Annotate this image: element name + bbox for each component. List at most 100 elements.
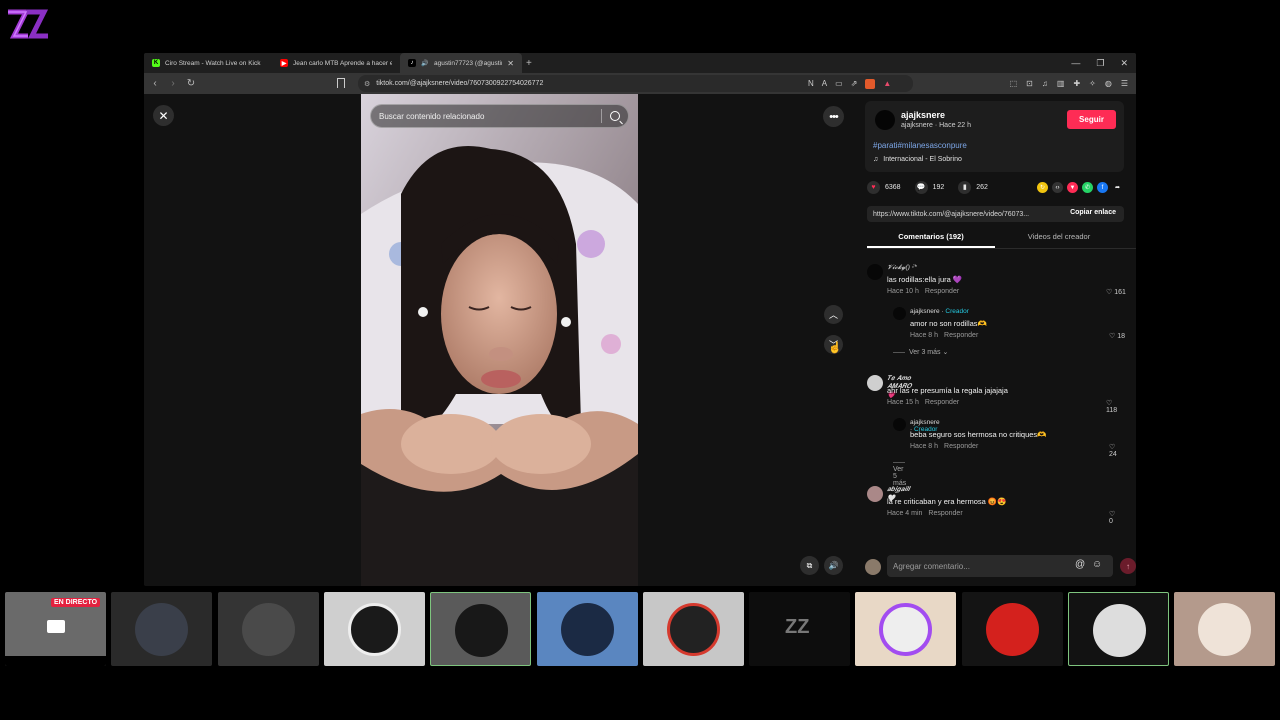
close-video-button[interactable]: ✕: [153, 105, 174, 126]
follow-button[interactable]: Seguir: [1067, 110, 1116, 129]
reload-icon[interactable]: ↻: [184, 78, 198, 89]
menu-icon[interactable]: ☰: [1121, 79, 1128, 88]
vpn-icon[interactable]: ◍: [1105, 79, 1112, 88]
author-name[interactable]: ajajksnere: [901, 110, 945, 120]
cast-icon[interactable]: ▭: [835, 79, 843, 88]
like-stat[interactable]: ♥ 6368: [867, 180, 901, 194]
scene-tile[interactable]: [855, 592, 956, 666]
reply-like[interactable]: ♡ 18: [1109, 332, 1125, 340]
avatar[interactable]: [867, 264, 883, 280]
comment-stat[interactable]: 💬 192: [914, 180, 944, 194]
avatar[interactable]: [867, 486, 883, 502]
scene-tile[interactable]: [324, 592, 425, 666]
speaker-icon[interactable]: 🔊: [421, 59, 429, 67]
brave-shields-icon[interactable]: [865, 78, 876, 89]
restore-icon[interactable]: ❐: [1096, 58, 1104, 69]
save-stat[interactable]: ▮ 262: [958, 180, 988, 194]
bookmark-icon[interactable]: [337, 78, 345, 88]
share-arrow-icon[interactable]: ➦: [1112, 182, 1123, 193]
scene-tile[interactable]: EN DIRECTO: [5, 592, 106, 666]
avatar[interactable]: [893, 307, 906, 320]
reply-button[interactable]: Responder: [944, 332, 978, 339]
minimize-icon[interactable]: —: [1071, 58, 1080, 68]
scene-tile[interactable]: ZZ: [749, 592, 850, 666]
comment-text: la re criticaban y era hermosa 😡😍: [887, 497, 1007, 506]
translate-icon[interactable]: A: [822, 79, 827, 88]
scene-tile[interactable]: [111, 592, 212, 666]
leo-icon[interactable]: ✧: [1089, 79, 1096, 88]
search-icon[interactable]: [610, 111, 620, 121]
scene-tile[interactable]: [430, 592, 531, 666]
reader-icon[interactable]: N: [808, 79, 814, 88]
reply-button[interactable]: Responder: [925, 288, 959, 295]
tab-youtube[interactable]: ▶ Jean carlo MTB Aprende a hacer el r: [272, 53, 400, 73]
comment-like[interactable]: ♡ 161: [1106, 288, 1126, 296]
music-icon[interactable]: ♫: [1042, 79, 1048, 88]
video-player[interactable]: [361, 94, 638, 586]
brave-rewards-icon[interactable]: ▲: [883, 79, 891, 88]
tab-creator-videos[interactable]: Videos del creador: [995, 227, 1123, 248]
avatar[interactable]: [867, 375, 883, 391]
puzzle-icon[interactable]: ✚: [1073, 79, 1080, 88]
tab-title: Ciro Stream - Watch Live on Kick: [165, 59, 261, 67]
floating-player-button[interactable]: ⧉: [800, 556, 819, 575]
panel-tabs: Comentarios (192) Videos del creador: [867, 227, 1136, 249]
share-icon[interactable]: ⇗: [851, 79, 858, 88]
send-to-friends-icon[interactable]: ▼: [1067, 182, 1078, 193]
previous-video-button[interactable]: ︿: [824, 305, 843, 324]
tab-tiktok[interactable]: ♪ 🔊 agustin77723 (@agustin777... ✕: [400, 53, 522, 73]
close-tab-icon[interactable]: ✕: [507, 59, 514, 68]
comment-like[interactable]: ♡ 118: [1106, 399, 1117, 414]
scene-tile[interactable]: [1174, 592, 1275, 666]
sidebar-icon[interactable]: ▥: [1057, 79, 1065, 88]
screenshot-icon[interactable]: ⊡: [1026, 79, 1033, 88]
view-more-replies[interactable]: Ver 3 más ⌄: [893, 348, 948, 356]
scene-tile[interactable]: [1068, 592, 1169, 666]
back-icon[interactable]: ‹: [148, 78, 162, 89]
comment-user[interactable]: 𝓥𝓲𝓬𝓴𝔂() ᵕ̈*: [887, 264, 917, 272]
repost-icon[interactable]: ↻: [1037, 182, 1048, 193]
reply-username: ajajksnere: [910, 308, 940, 315]
avatar[interactable]: [893, 418, 906, 431]
avatar[interactable]: [875, 110, 895, 130]
scene-tile[interactable]: [962, 592, 1063, 666]
extension-icon[interactable]: ⬚: [1010, 79, 1018, 88]
scene-tile[interactable]: [537, 592, 638, 666]
scene-tile[interactable]: [643, 592, 744, 666]
video-link-field[interactable]: https://www.tiktok.com/@ajajksnere/video…: [867, 206, 1124, 222]
site-settings-icon[interactable]: ⚙: [364, 80, 370, 88]
emoji-icon[interactable]: ☺: [1092, 559, 1102, 570]
reply-like[interactable]: ♡ 24: [1109, 443, 1117, 458]
close-window-icon[interactable]: ✕: [1120, 58, 1128, 69]
new-tab-button[interactable]: +: [526, 58, 532, 69]
avatar: [1093, 604, 1146, 657]
reply-like-count: 18: [1117, 333, 1126, 340]
copy-link-button[interactable]: Copiar enlace: [1070, 209, 1116, 216]
embed-icon[interactable]: ‹›: [1052, 182, 1063, 193]
scene-tile[interactable]: [218, 592, 319, 666]
volume-button[interactable]: 🔊: [824, 556, 843, 575]
music-info[interactable]: ♫ Internacional - El Sobrino: [873, 156, 962, 163]
forward-icon[interactable]: ›: [166, 78, 180, 89]
video-link: https://www.tiktok.com/@ajajksnere/video…: [873, 210, 1030, 218]
tab-comments[interactable]: Comentarios (192): [867, 227, 995, 248]
mention-icon[interactable]: @: [1075, 559, 1085, 570]
reply-button[interactable]: Responder: [925, 399, 959, 406]
comment-input[interactable]: Agregar comentario... @ ☺: [887, 555, 1113, 577]
more-options-button[interactable]: •••: [823, 106, 844, 127]
send-comment-button[interactable]: ↑: [1120, 558, 1136, 574]
reply-button[interactable]: Responder: [928, 510, 962, 517]
whatsapp-icon[interactable]: ✆: [1082, 182, 1093, 193]
avatar[interactable]: [865, 559, 881, 575]
comment-like-count: 0: [1109, 518, 1113, 525]
facebook-icon[interactable]: f: [1097, 182, 1108, 193]
kick-icon: K: [152, 59, 160, 67]
hashtags[interactable]: #parati#milanesasconpure: [873, 141, 967, 150]
comment-meta: Hace 15 h Responder: [887, 399, 959, 406]
reply-button[interactable]: Responder: [944, 443, 978, 450]
search-placeholder: Buscar contenido relacionado: [379, 111, 485, 121]
tab-kick[interactable]: K Ciro Stream - Watch Live on Kick: [144, 53, 272, 73]
comment-like[interactable]: ♡ 0: [1109, 510, 1115, 525]
reply-user[interactable]: ajajksnere · Creador: [910, 308, 969, 315]
related-search-input[interactable]: Buscar contenido relacionado: [370, 104, 629, 128]
